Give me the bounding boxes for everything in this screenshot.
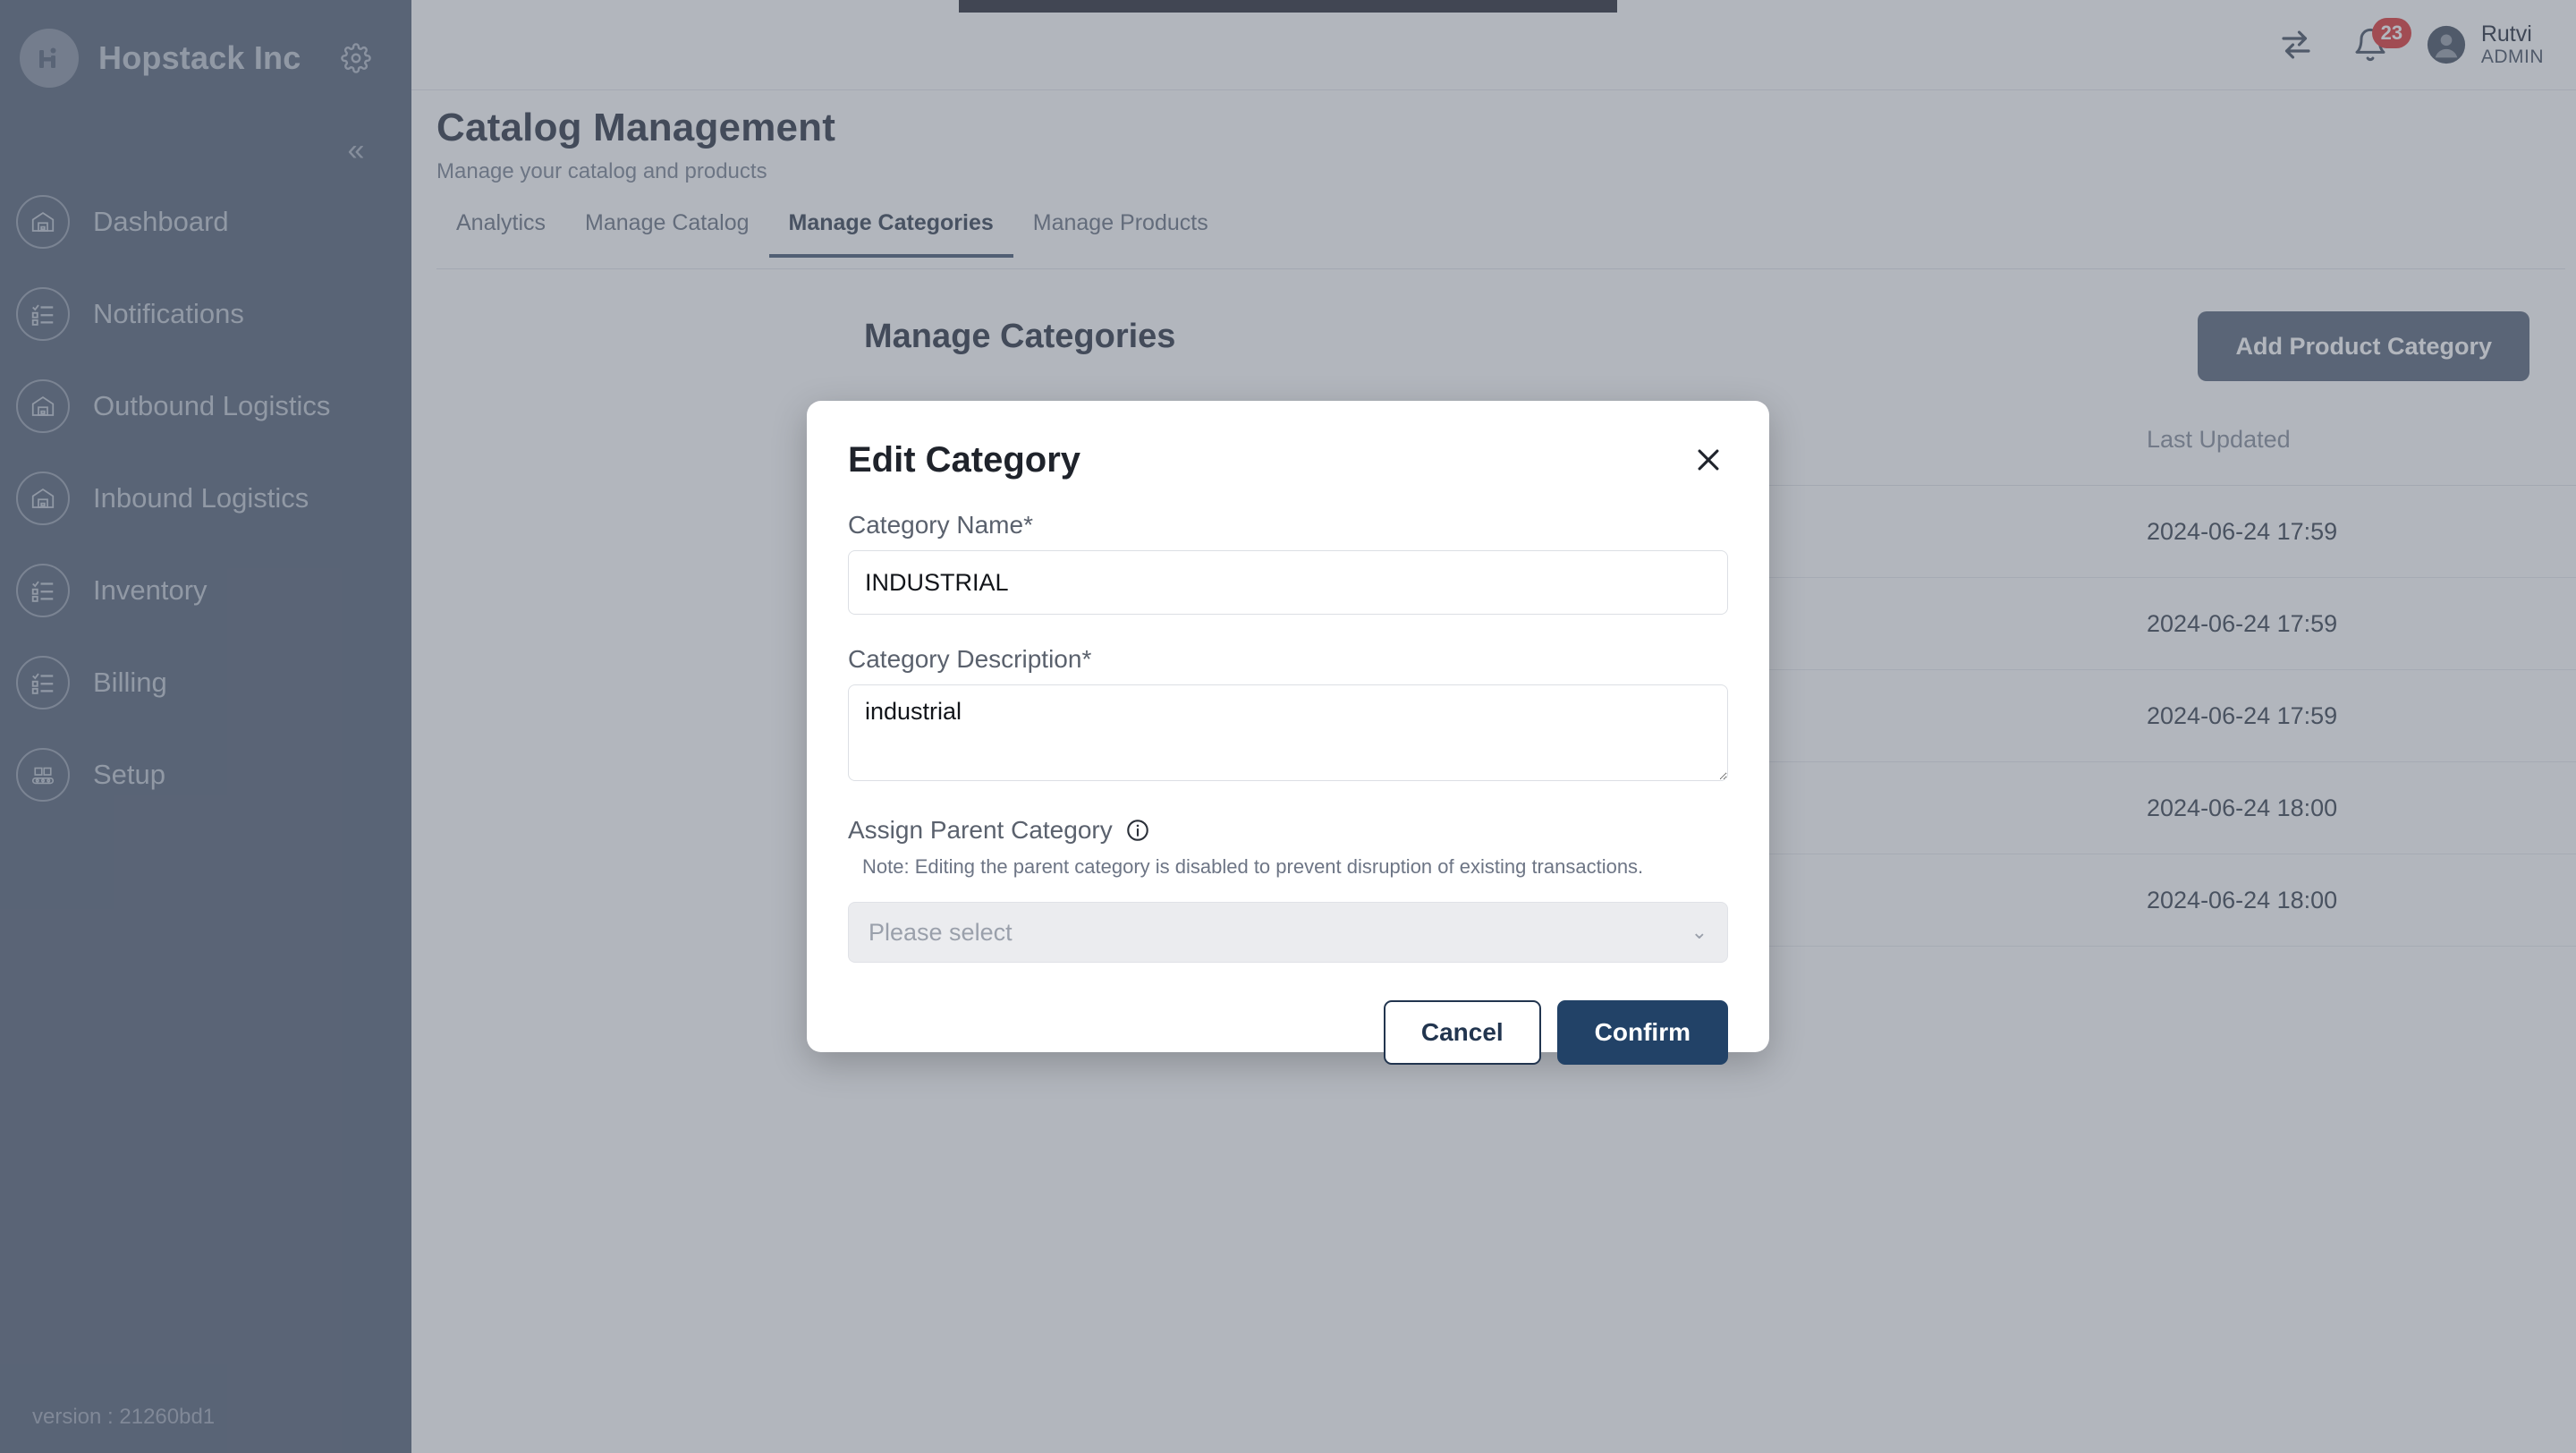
parent-category-note: Note: Editing the parent category is dis… [862, 855, 1644, 878]
category-description-label: Category Description* [848, 645, 1092, 673]
app-root: Hopstack Inc « Dashboard Notifications O… [0, 0, 2576, 1453]
modal-header: Edit Category [848, 440, 1728, 480]
chevron-down-icon: ⌄ [1690, 921, 1707, 943]
parent-category-placeholder: Please select [869, 918, 1013, 946]
toast-strip [959, 0, 1617, 13]
category-description-textarea[interactable] [848, 684, 1728, 781]
modal-footer: Cancel Confirm [848, 1000, 1728, 1065]
assign-parent-category-text: Assign Parent Category [848, 816, 1113, 844]
category-name-input[interactable] [848, 550, 1728, 615]
cancel-button[interactable]: Cancel [1383, 1000, 1541, 1065]
category-name-label: Category Name* [848, 511, 1033, 539]
edit-category-modal: Edit Category Category Name* Category De… [807, 401, 1769, 1065]
assign-parent-category-label: Assign Parent Category [848, 816, 1728, 845]
info-icon[interactable] [1125, 818, 1150, 843]
parent-category-select[interactable]: Please select ⌄ [848, 902, 1728, 963]
modal-title: Edit Category [848, 440, 1081, 480]
confirm-button[interactable]: Confirm [1556, 1000, 1728, 1065]
close-icon[interactable] [1689, 440, 1728, 480]
